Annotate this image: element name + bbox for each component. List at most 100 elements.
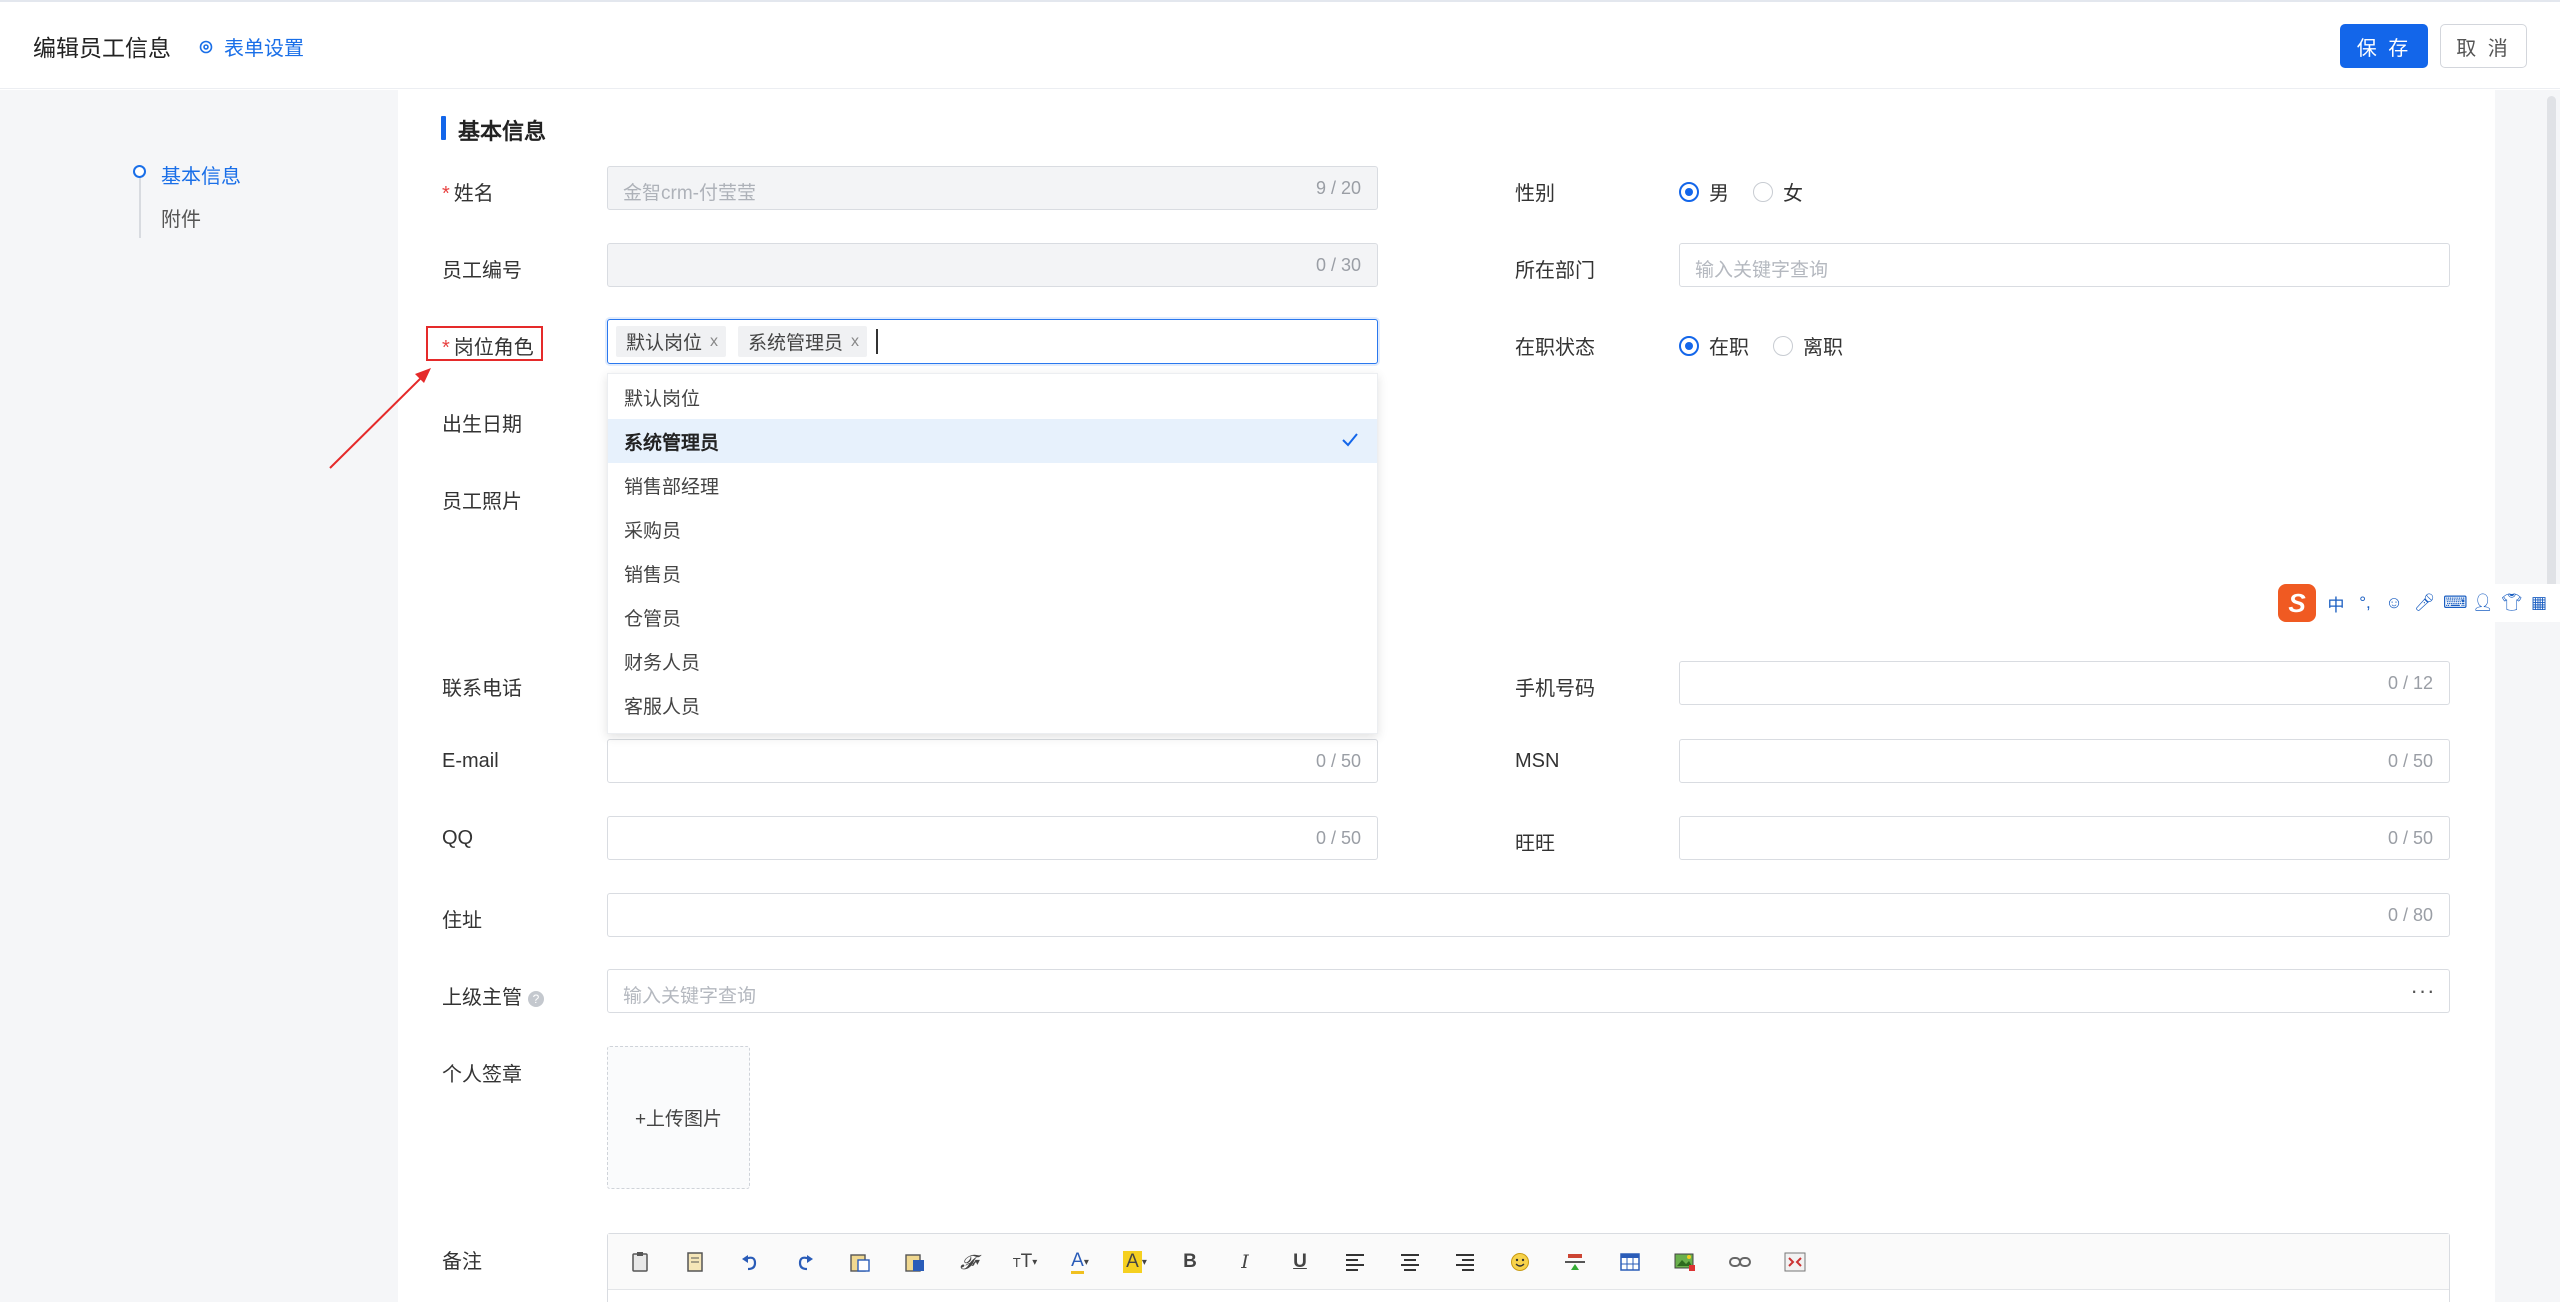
dropdown-option[interactable]: 财务人员	[608, 639, 1377, 683]
remark-label: 备注	[442, 1251, 482, 1273]
horizontal-rule-icon[interactable]	[1558, 1246, 1592, 1278]
department-label: 所在部门	[1515, 260, 1595, 282]
dropdown-option[interactable]: 仓管员	[608, 595, 1377, 639]
status-active-radio[interactable]: 在职	[1679, 331, 1749, 360]
form-settings-label: 表单设置	[224, 38, 304, 60]
page-header: 编辑员工信息 表单设置 保 存 取 消	[0, 2, 2560, 89]
font-size-icon[interactable]: T T ▾	[1008, 1246, 1042, 1278]
user-icon[interactable]: 👤︎	[2472, 593, 2494, 613]
address-input[interactable]: 0 / 80	[607, 893, 2450, 937]
link-icon[interactable]	[1723, 1246, 1757, 1278]
birthday-label: 出生日期	[442, 414, 522, 436]
supervisor-placeholder: 输入关键字查询	[623, 986, 757, 1007]
fullscreen-icon[interactable]	[1778, 1246, 1812, 1278]
sogou-logo: S	[2278, 584, 2316, 622]
wangwang-label: 旺旺	[1515, 833, 1555, 855]
gender-label: 性别	[1515, 183, 1555, 205]
dropdown-option[interactable]: 销售部经理	[608, 463, 1377, 507]
supervisor-input[interactable]: 输入关键字查询	[607, 969, 2398, 1013]
clipboard-icon[interactable]	[623, 1246, 657, 1278]
highlight-icon[interactable]: A ▾	[1118, 1246, 1152, 1278]
anchor-dot-icon	[133, 165, 146, 178]
ime-punct[interactable]: °,	[2356, 593, 2374, 613]
tag-close-icon[interactable]: x	[710, 333, 718, 351]
mobile-count: 0 / 12	[2387, 673, 2433, 693]
gender-female-radio[interactable]: 女	[1753, 177, 1803, 206]
name-count: 9 / 20	[1315, 178, 1361, 198]
annotation-arrow-icon	[329, 368, 431, 469]
align-left-icon[interactable]	[1338, 1246, 1372, 1278]
msn-count: 0 / 50	[2387, 751, 2433, 771]
align-center-icon[interactable]	[1393, 1246, 1427, 1278]
apps-icon[interactable]: ▦	[2530, 593, 2548, 613]
paste-word-icon[interactable]	[898, 1246, 932, 1278]
paste-icon[interactable]	[843, 1246, 877, 1278]
employee-no-count: 0 / 30	[1315, 255, 1361, 275]
remark-editor[interactable]: 𝓕 ▾ T T ▾ A ▾ A ▾ B I U	[607, 1233, 2450, 1302]
save-button[interactable]: 保 存	[2340, 24, 2428, 68]
section-marker	[441, 116, 446, 140]
status-label: 在职状态	[1515, 337, 1595, 359]
microphone-icon[interactable]: 🎤︎	[2414, 593, 2436, 613]
tag-close-icon[interactable]: x	[851, 333, 859, 351]
sidebar-item-basic-info[interactable]: 基本信息	[161, 160, 241, 189]
dropdown-option-selected[interactable]: 系统管理员	[608, 419, 1377, 463]
department-placeholder: 输入关键字查询	[1695, 260, 1829, 281]
ime-toolbar[interactable]: S 中 °, ☺ 🎤︎ ⌨ 👤︎ 👕︎ ▦	[2278, 584, 2560, 622]
dropdown-option[interactable]: 采购员	[608, 507, 1377, 551]
signature-label: 个人签章	[442, 1064, 522, 1086]
name-input[interactable]: 金智crm-付莹莹 9 / 20	[607, 166, 1378, 210]
employee-no-input[interactable]: 0 / 30	[607, 243, 1378, 287]
book-icon[interactable]	[678, 1246, 712, 1278]
email-input[interactable]: 0 / 50	[607, 739, 1378, 783]
font-family-icon[interactable]: 𝓕 ▾	[953, 1246, 987, 1278]
image-icon[interactable]	[1668, 1246, 1702, 1278]
name-label: * 姓名	[442, 183, 494, 205]
skin-icon[interactable]: 👕︎	[2501, 593, 2523, 613]
align-right-icon[interactable]	[1448, 1246, 1482, 1278]
radio-unchecked-icon	[1753, 181, 1773, 202]
radio-checked-icon	[1679, 335, 1699, 356]
address-count: 0 / 80	[2387, 905, 2433, 925]
more-button[interactable]: ···	[2397, 969, 2450, 1013]
scrollbar[interactable]	[2547, 96, 2556, 616]
font-color-icon[interactable]: A ▾	[1063, 1246, 1097, 1278]
ime-lang[interactable]: 中	[2327, 591, 2345, 616]
name-value: 金智crm-付莹莹	[623, 183, 756, 204]
help-icon[interactable]: ?	[528, 990, 544, 1007]
keyboard-icon[interactable]: ⌨	[2443, 593, 2468, 613]
radio-checked-icon	[1679, 181, 1699, 202]
qq-input[interactable]: 0 / 50	[607, 816, 1378, 860]
undo-icon[interactable]	[733, 1246, 767, 1278]
emoji-icon[interactable]	[1503, 1246, 1537, 1278]
wangwang-input[interactable]: 0 / 50	[1679, 816, 2450, 860]
phone-label: 联系电话	[442, 678, 522, 700]
section-title: 基本信息	[458, 119, 547, 144]
table-icon[interactable]	[1613, 1246, 1647, 1278]
gender-male-radio[interactable]: 男	[1679, 177, 1729, 206]
underline-icon[interactable]: U	[1283, 1246, 1317, 1278]
bold-icon[interactable]: B	[1173, 1246, 1207, 1278]
status-left-radio[interactable]: 离职	[1773, 331, 1843, 360]
email-label: E-mail	[442, 750, 499, 772]
mobile-label: 手机号码	[1515, 678, 1595, 700]
role-tag: 系统管理员 x	[738, 326, 868, 357]
emoji-icon[interactable]: ☺	[2385, 593, 2403, 613]
dropdown-option[interactable]: 销售员	[608, 551, 1377, 595]
mobile-input[interactable]: 0 / 12	[1679, 661, 2450, 705]
upload-image-button[interactable]: +上传图片	[607, 1046, 750, 1189]
dropdown-option[interactable]: 客服人员	[608, 683, 1377, 727]
redo-icon[interactable]	[788, 1246, 822, 1278]
qq-label: QQ	[442, 827, 474, 849]
radio-unchecked-icon	[1773, 335, 1793, 356]
form-settings-link[interactable]: 表单设置	[198, 32, 304, 61]
dropdown-option[interactable]: 默认岗位	[608, 375, 1377, 419]
sidebar-item-attachments[interactable]: 附件	[161, 203, 201, 232]
italic-icon[interactable]: I	[1228, 1246, 1262, 1278]
department-input[interactable]: 输入关键字查询	[1679, 243, 2450, 287]
role-tag: 默认岗位 x	[616, 326, 727, 357]
cancel-button[interactable]: 取 消	[2440, 24, 2527, 68]
role-select[interactable]: 默认岗位 x 系统管理员 x	[607, 319, 1378, 364]
editor-toolbar: 𝓕 ▾ T T ▾ A ▾ A ▾ B I U	[608, 1234, 2449, 1290]
msn-input[interactable]: 0 / 50	[1679, 739, 2450, 783]
